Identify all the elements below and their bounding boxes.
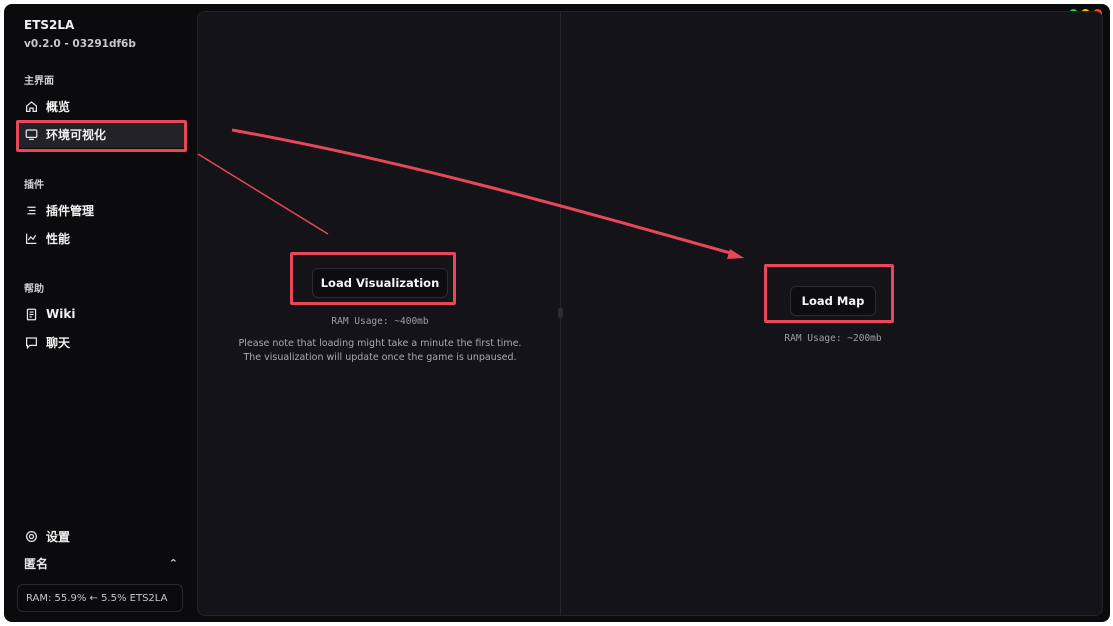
app-version: v0.2.0 - 03291df6b xyxy=(24,38,136,50)
highlight-box-map xyxy=(764,264,894,323)
map-ram-usage: RAM Usage: ~200mb xyxy=(784,333,882,344)
list-icon xyxy=(24,203,38,217)
sidebar-item-label: 性能 xyxy=(46,231,71,246)
book-icon xyxy=(24,307,38,321)
app-title: ETS2LA xyxy=(24,18,75,32)
sidebar-item-plugin-manager[interactable]: 插件管理 xyxy=(18,196,186,224)
section-label-plugins: 插件 xyxy=(24,180,44,191)
sidebar-item-label: 插件管理 xyxy=(46,203,95,218)
sidebar-item-settings[interactable]: 设置 xyxy=(18,522,186,550)
resize-handle[interactable] xyxy=(558,308,563,318)
highlight-box-sidebar xyxy=(16,120,187,152)
sidebar-item-label: 设置 xyxy=(46,529,71,544)
chart-icon xyxy=(24,231,38,245)
sidebar-item-performance[interactable]: 性能 xyxy=(18,224,186,252)
highlight-box-visualization xyxy=(290,252,456,305)
section-label-main: 主界面 xyxy=(24,76,54,87)
sidebar-item-label: 聊天 xyxy=(46,335,71,350)
main-panel: Load Visualization RAM Usage: ~400mb Ple… xyxy=(197,11,1103,616)
sidebar: ETS2LA v0.2.0 - 03291df6b 主界面 概览 环境可视化 插… xyxy=(4,4,196,622)
section-label-help: 帮助 xyxy=(24,284,44,295)
chevron-up-icon: ⌃ xyxy=(168,556,178,570)
user-menu[interactable]: 匿名 ⌃ xyxy=(18,552,184,574)
gear-icon xyxy=(24,529,38,543)
visualization-ram-usage: RAM Usage: ~400mb xyxy=(331,316,429,327)
note-line: The visualization will update once the g… xyxy=(243,352,517,363)
ram-status: RAM: 55.9% ← 5.5% ETS2LA xyxy=(17,584,183,612)
sidebar-item-chat[interactable]: 聊天 xyxy=(18,328,186,356)
sidebar-item-wiki[interactable]: Wiki xyxy=(18,300,186,328)
user-name: 匿名 xyxy=(24,556,49,571)
chat-icon xyxy=(24,335,38,349)
sidebar-item-label: Wiki xyxy=(46,307,76,321)
app-window: ETS2LA v0.2.0 - 03291df6b 主界面 概览 环境可视化 插… xyxy=(4,4,1110,622)
note-line: Please note that loading might take a mi… xyxy=(238,338,522,349)
home-icon xyxy=(24,99,38,113)
sidebar-item-overview[interactable]: 概览 xyxy=(18,92,186,120)
visualization-note: Please note that loading might take a mi… xyxy=(218,337,542,365)
sidebar-item-label: 概览 xyxy=(46,99,71,114)
